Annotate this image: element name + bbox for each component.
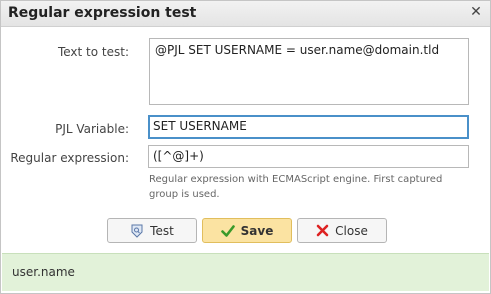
dialog-title: Regular expression test [8,5,197,21]
save-button[interactable]: Save [202,218,292,243]
close-icon[interactable]: ✕ [468,4,484,20]
cross-icon [316,224,329,237]
close-button-label: Close [335,223,368,238]
result-value: user.name [12,265,75,279]
test-icon [130,224,144,238]
text-to-test-label: Text to test: [57,45,129,59]
test-button[interactable]: Test [107,218,197,243]
test-button-label: Test [150,223,174,238]
regex-input[interactable]: ([^@]+) [148,145,469,168]
save-button-label: Save [240,223,274,238]
regex-test-dialog: Regular expression test ✕ Text to test: … [0,0,491,294]
checkmark-icon [220,224,235,238]
text-to-test-input[interactable]: @PJL SET USERNAME = user.name@domain.tld [149,38,469,105]
dialog-titlebar: Regular expression test ✕ [1,1,490,27]
result-panel: user.name [2,253,489,291]
regex-hint: Regular expression with ECMAScript engin… [149,174,443,200]
pjl-variable-input[interactable]: SET USERNAME [148,115,469,139]
regex-label: Regular expression: [10,151,129,165]
close-button[interactable]: Close [297,218,387,243]
pjl-variable-label: PJL Variable: [55,122,129,136]
